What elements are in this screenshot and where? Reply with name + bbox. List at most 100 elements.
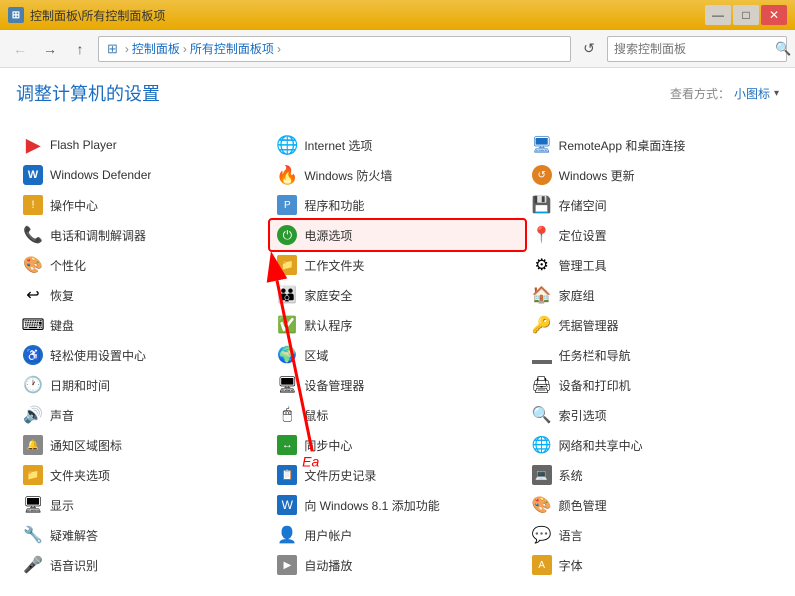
control-panel-item[interactable]: 📞电话和调制解调器 bbox=[16, 220, 270, 250]
item-label: 用户帐户 bbox=[304, 527, 352, 544]
keyboard-icon: ⌨ bbox=[22, 314, 44, 336]
item-label: 电源选项 bbox=[304, 227, 352, 244]
control-panel-item[interactable]: WWindows Defender bbox=[16, 160, 270, 190]
control-panel-item[interactable]: 🖥设备管理器 bbox=[270, 370, 524, 400]
control-panel-item[interactable]: 🔔通知区域图标 bbox=[16, 430, 270, 460]
item-label: 日期和时间 bbox=[50, 377, 110, 394]
control-panel-item[interactable]: 🌍区域 bbox=[270, 340, 524, 370]
mouse-icon: 🖱 bbox=[276, 404, 298, 426]
up-button[interactable]: ↑ bbox=[68, 37, 92, 61]
page-title: 调整计算机的设置 bbox=[16, 80, 160, 106]
flash-icon: ▶ bbox=[22, 134, 44, 156]
control-panel-item[interactable]: ▶自动播放 bbox=[270, 550, 524, 580]
path-sub[interactable]: 所有控制面板项 bbox=[190, 40, 274, 57]
control-panel-item[interactable]: P程序和功能 bbox=[270, 190, 524, 220]
control-panel-item[interactable]: 🖥显示 bbox=[16, 490, 270, 520]
control-panel-item[interactable]: 🎤语音识别 bbox=[16, 550, 270, 580]
control-panel-item[interactable]: 💾 存储空间 bbox=[525, 190, 779, 220]
control-panel-item[interactable]: 任务栏和导航 bbox=[525, 340, 779, 370]
devmgr-icon: 🖥 bbox=[276, 374, 298, 396]
control-panel-item[interactable]: 🔍 索引选项 bbox=[525, 400, 779, 430]
path-root[interactable]: 控制面板 bbox=[132, 40, 180, 57]
indexing-icon: 🔍 bbox=[531, 404, 553, 426]
control-panel-item[interactable]: 🔑凭据管理器 bbox=[525, 310, 779, 340]
language-icon: 💬 bbox=[531, 524, 553, 546]
control-panel-item[interactable]: 🌐网络和共享中心 bbox=[525, 430, 779, 460]
storage-icon: 💾 bbox=[531, 194, 553, 216]
item-label: 存储空间 bbox=[559, 197, 607, 214]
remote-icon: 🖥 bbox=[531, 134, 553, 156]
item-label: 管理工具 bbox=[559, 257, 607, 274]
control-panel-item[interactable]: 📁工作文件夹 bbox=[270, 250, 524, 280]
control-panel-item[interactable]: 💻系统 bbox=[525, 460, 779, 490]
item-label: 个性化 bbox=[50, 257, 86, 274]
folderopts-icon: 📁 bbox=[22, 464, 44, 486]
region-icon: 🌍 bbox=[276, 344, 298, 366]
control-panel-item[interactable]: W向 Windows 8.1 添加功能 bbox=[270, 490, 524, 520]
refresh-button[interactable]: ↺ bbox=[577, 37, 601, 61]
action-icon: ! bbox=[22, 194, 44, 216]
control-panel-item[interactable]: ⏻ 电源选项 bbox=[270, 220, 524, 250]
control-panel-item[interactable]: 🏠家庭组 bbox=[525, 280, 779, 310]
item-label: 向 Windows 8.1 添加功能 bbox=[304, 497, 439, 514]
control-panel-item[interactable]: ⌨键盘 bbox=[16, 310, 270, 340]
control-panel-item[interactable]: ↔ 同步中心 bbox=[270, 430, 524, 460]
item-label: 鼠标 bbox=[304, 407, 328, 424]
control-panel-item[interactable]: 📍定位设置 bbox=[525, 220, 779, 250]
control-panel-item[interactable]: 🎨 个性化 bbox=[16, 250, 270, 280]
globe_blue-icon: 🌐 bbox=[276, 134, 298, 156]
homegroup-icon: 🏠 bbox=[531, 284, 553, 306]
control-panel-item[interactable]: 🌐 Internet 选项 bbox=[270, 130, 524, 160]
search-input[interactable] bbox=[608, 42, 775, 56]
useraccount-icon: 👤 bbox=[276, 524, 298, 546]
power-icon: ⏻ bbox=[276, 224, 298, 246]
control-panel-item[interactable]: 🔊声音 bbox=[16, 400, 270, 430]
control-panel-item[interactable]: 👤 用户帐户 bbox=[270, 520, 524, 550]
control-panel-item[interactable]: ♿轻松使用设置中心 bbox=[16, 340, 270, 370]
control-panel-item[interactable]: 📋文件历史记录 bbox=[270, 460, 524, 490]
phone-icon: 📞 bbox=[22, 224, 44, 246]
close-button[interactable]: ✕ bbox=[761, 5, 787, 25]
search-button[interactable]: 🔍 bbox=[775, 37, 791, 61]
item-label: RemoteApp 和桌面连接 bbox=[559, 137, 686, 154]
item-label: 同步中心 bbox=[304, 437, 352, 454]
control-panel-item[interactable]: ▶ Flash Player bbox=[16, 130, 270, 160]
sync-icon: ↔ bbox=[276, 434, 298, 456]
item-label: Windows 更新 bbox=[559, 167, 635, 184]
control-panel-item[interactable]: !操作中心 bbox=[16, 190, 270, 220]
control-panel-item[interactable]: 🖥 RemoteApp 和桌面连接 bbox=[525, 130, 779, 160]
control-panel-item[interactable]: 👪家庭安全 bbox=[270, 280, 524, 310]
address-path[interactable]: ⊞ › 控制面板 › 所有控制面板项 › bbox=[98, 36, 571, 62]
control-panel-item[interactable]: 🔧疑难解答 bbox=[16, 520, 270, 550]
control-panel-item[interactable]: 🖱 鼠标 bbox=[270, 400, 524, 430]
recover-icon: ↩ bbox=[22, 284, 44, 306]
control-panel-item[interactable]: 🖨设备和打印机 bbox=[525, 370, 779, 400]
back-button[interactable]: ← bbox=[8, 37, 32, 61]
maximize-button[interactable]: □ bbox=[733, 5, 759, 25]
control-panel-item[interactable]: ✅默认程序 bbox=[270, 310, 524, 340]
control-panel-item[interactable]: A字体 bbox=[525, 550, 779, 580]
control-panel-item[interactable]: ↩ 恢复 bbox=[16, 280, 270, 310]
item-label: 索引选项 bbox=[559, 407, 607, 424]
control-panel-item[interactable]: 💬语言 bbox=[525, 520, 779, 550]
personalize-icon: 🎨 bbox=[22, 254, 44, 276]
item-label: Internet 选项 bbox=[304, 137, 372, 154]
search-box[interactable]: 🔍 bbox=[607, 36, 787, 62]
item-label: Flash Player bbox=[50, 138, 117, 152]
forward-button[interactable]: → bbox=[38, 37, 62, 61]
defender-icon: W bbox=[22, 164, 44, 186]
view-current-link[interactable]: 小图标 bbox=[734, 85, 770, 102]
datetime-icon: 🕐 bbox=[22, 374, 44, 396]
credentials-icon: 🔑 bbox=[531, 314, 553, 336]
control-panel-item[interactable]: ⚙管理工具 bbox=[525, 250, 779, 280]
minimize-button[interactable]: — bbox=[705, 5, 731, 25]
control-panel-item[interactable]: 🕐 日期和时间 bbox=[16, 370, 270, 400]
control-panel-item[interactable]: 🎨颜色管理 bbox=[525, 490, 779, 520]
control-panel-item[interactable]: 📁文件夹选项 bbox=[16, 460, 270, 490]
control-panel-item[interactable]: 🔥Windows 防火墙 bbox=[270, 160, 524, 190]
item-label: 语音识别 bbox=[50, 557, 98, 574]
colormanage-icon: 🎨 bbox=[531, 494, 553, 516]
item-label: 恢复 bbox=[50, 287, 74, 304]
network-icon: 🌐 bbox=[531, 434, 553, 456]
control-panel-item[interactable]: ↺Windows 更新 bbox=[525, 160, 779, 190]
